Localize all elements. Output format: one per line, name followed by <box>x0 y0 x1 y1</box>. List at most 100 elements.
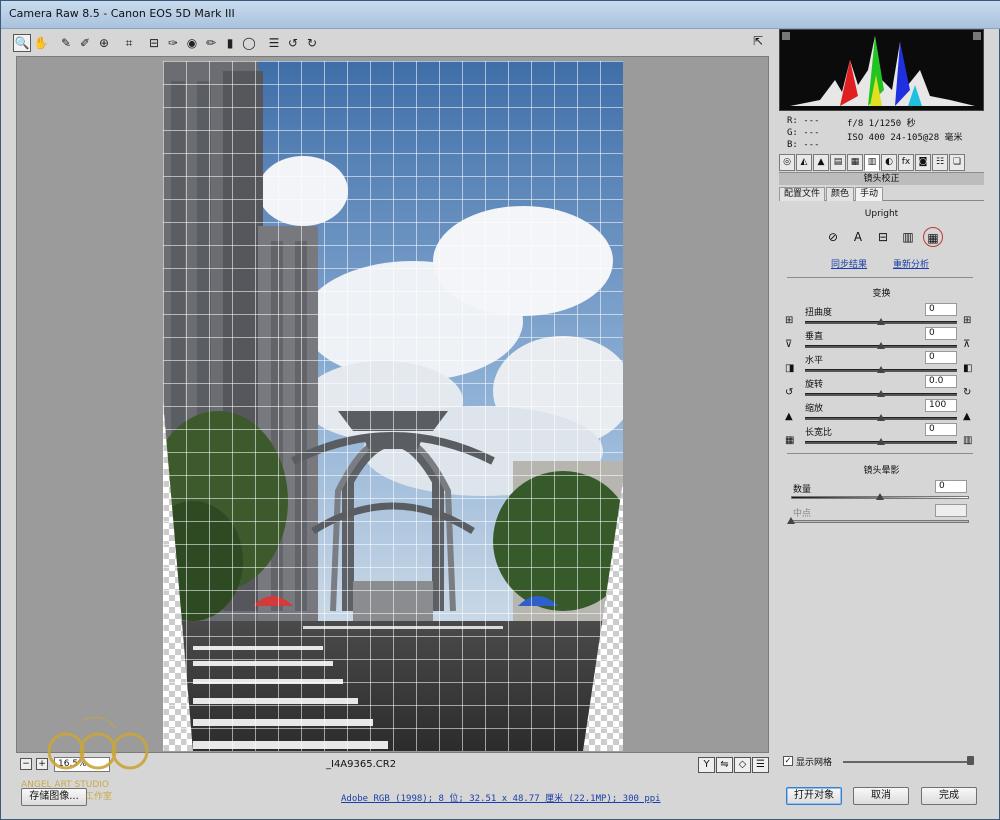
photo-image <box>163 61 623 751</box>
view-mode-icon[interactable]: ◇ <box>734 757 751 773</box>
panel-tabs: ◎ ◭ ▲ ▤ ▦ ▥ ◐ fx ◙ ☷ ❏ <box>779 154 984 172</box>
slider-value-input[interactable]: 0 <box>935 480 967 493</box>
transform-slider-row: ⊞ 扭曲度 0 ⊞ <box>785 303 977 329</box>
fullscreen-icon[interactable]: ⇱ <box>749 34 767 52</box>
blue-readout: B: --- <box>787 140 820 150</box>
histogram-graph <box>782 32 981 106</box>
image-preview[interactable] <box>16 56 769 753</box>
slider-value-input[interactable]: 0 <box>925 351 957 364</box>
vignette-slider-row: 数量 0 <box>791 480 971 504</box>
preferences-icon[interactable]: ☰ <box>265 34 283 52</box>
done-button[interactable]: 完成 <box>921 787 977 805</box>
panel-tab-icon[interactable]: ☷ <box>932 154 948 171</box>
slider-label: 水平 <box>805 356 824 366</box>
slider-value-input[interactable]: 0 <box>925 303 957 316</box>
vignette-slider-row: 中点 <box>787 504 971 528</box>
panel-tab-icon[interactable]: ▥ <box>864 154 880 171</box>
panel-tab-icon[interactable]: ◎ <box>779 154 795 171</box>
slider-thumb[interactable] <box>787 517 795 524</box>
zoom-tool-icon[interactable]: 🔍 <box>13 34 31 52</box>
slider-thumb[interactable] <box>877 390 885 397</box>
window-title: Camera Raw 8.5 - Canon EOS 5D Mark III <box>9 7 235 20</box>
camera-raw-window: Camera Raw 8.5 - Canon EOS 5D Mark III 🔍… <box>0 0 1000 820</box>
upright-level-icon[interactable]: ⊟ <box>873 227 893 247</box>
slider-value-input[interactable] <box>935 504 967 517</box>
view-mode-icon[interactable]: ☰ <box>752 757 769 773</box>
upright-off-icon[interactable]: ⊘ <box>823 227 843 247</box>
panel-tab-icon[interactable]: ❏ <box>949 154 965 171</box>
panel-tab-icon[interactable]: ▤ <box>830 154 846 171</box>
reanalyze-link[interactable]: 重新分析 <box>893 257 929 270</box>
white-balance-tool-icon[interactable]: ✎ <box>57 34 75 52</box>
radial-filter-icon[interactable]: ◯ <box>240 34 258 52</box>
save-image-button[interactable]: 存储图像... <box>21 788 87 806</box>
straighten-tool-icon[interactable]: ⊟ <box>145 34 163 52</box>
slider-value-input[interactable]: 100 <box>925 399 957 412</box>
sub-tabs: 配置文件 颜色 手动 <box>779 187 984 201</box>
slider-label: 垂直 <box>805 332 824 342</box>
slider-thumb[interactable] <box>877 318 885 325</box>
show-grid-checkbox[interactable]: ✓ <box>783 756 793 766</box>
slider-left-icon: ⊞ <box>785 315 794 326</box>
transform-title: 变换 <box>872 289 891 299</box>
shadow-clipping-icon <box>782 32 790 40</box>
slider-right-icon: ◧ <box>963 363 973 374</box>
slider-thumb[interactable] <box>877 438 885 445</box>
open-object-button[interactable]: 打开对象 <box>786 787 842 805</box>
crop-tool-icon[interactable]: ⌗ <box>120 34 138 52</box>
graduated-filter-icon[interactable]: ▮ <box>221 34 239 52</box>
rotate-right-icon[interactable]: ↻ <box>303 34 321 52</box>
cancel-button[interactable]: 取消 <box>853 787 909 805</box>
spot-removal-tool-icon[interactable]: ✑ <box>164 34 182 52</box>
target-adjust-tool-icon[interactable]: ⊕ <box>95 34 113 52</box>
aperture-shutter: f/8 1/1250 秒 <box>847 119 916 129</box>
panel-tab-icon[interactable]: ◐ <box>881 154 897 171</box>
upright-label: Upright <box>864 209 899 219</box>
upright-vertical-icon[interactable]: ▥ <box>898 227 918 247</box>
slider-thumb[interactable] <box>876 493 884 500</box>
panel-tab-icon[interactable]: fx <box>898 154 914 171</box>
histogram <box>779 29 984 111</box>
sync-results-link[interactable]: 同步结果 <box>831 257 867 270</box>
slider-thumb[interactable] <box>877 366 885 373</box>
hand-tool-icon[interactable]: ✋ <box>32 34 50 52</box>
rotate-left-icon[interactable]: ↺ <box>284 34 302 52</box>
adjustment-brush-icon[interactable]: ✏ <box>202 34 220 52</box>
grid-size-slider-track[interactable] <box>843 761 973 763</box>
transform-slider-row: ↺ 旋转 0.0 ↻ <box>785 375 977 401</box>
slider-right-icon: ▲ <box>963 411 971 422</box>
slider-label: 长宽比 <box>805 428 833 438</box>
upright-buttons: ⊘ A ⊟ ▥ ▦ <box>823 227 943 247</box>
workflow-options-link[interactable]: Adobe RGB (1998); 8 位; 32.51 x 48.77 厘米 … <box>341 791 661 804</box>
grid-toggle-bar: ✓ 显示网格 <box>779 753 984 771</box>
grid-size-slider-thumb[interactable] <box>967 756 974 765</box>
slider-thumb[interactable] <box>877 414 885 421</box>
sub-tab[interactable]: 颜色 <box>826 187 855 201</box>
slider-label: 缩放 <box>805 404 824 414</box>
slider-value-input[interactable]: 0 <box>925 423 957 436</box>
slider-value-input[interactable]: 0 <box>925 327 957 340</box>
panel-tab-icon[interactable]: ▲ <box>813 154 829 171</box>
view-mode-icon[interactable]: Y <box>698 757 715 773</box>
upright-auto-icon[interactable]: A <box>848 227 868 247</box>
slider-right-icon: ▥ <box>963 435 973 446</box>
panel-tab-icon[interactable]: ◙ <box>915 154 931 171</box>
panel-tab-icon[interactable]: ◭ <box>796 154 812 171</box>
slider-track[interactable] <box>791 520 969 523</box>
footer: 存储图像... Adobe RGB (1998); 8 位; 32.51 x 4… <box>1 781 1000 820</box>
sub-tab[interactable]: 手动 <box>855 187 884 201</box>
panel-tab-icon[interactable]: ▦ <box>847 154 863 171</box>
highlight-clipping-icon <box>973 32 981 40</box>
sub-tab[interactable]: 配置文件 <box>779 187 826 201</box>
transform-slider-row: ▲ 缩放 100 ▲ <box>785 399 977 425</box>
red-eye-tool-icon[interactable]: ◉ <box>183 34 201 52</box>
view-mode-icon[interactable]: ⇋ <box>716 757 733 773</box>
upright-full-icon[interactable]: ▦ <box>923 227 943 247</box>
slider-thumb[interactable] <box>877 342 885 349</box>
divider <box>787 453 973 454</box>
slider-right-icon: ↻ <box>963 387 972 398</box>
green-readout: G: --- <box>787 128 820 138</box>
color-sampler-tool-icon[interactable]: ✐ <box>76 34 94 52</box>
slider-value-input[interactable]: 0.0 <box>925 375 957 388</box>
slider-label: 中点 <box>793 509 812 519</box>
